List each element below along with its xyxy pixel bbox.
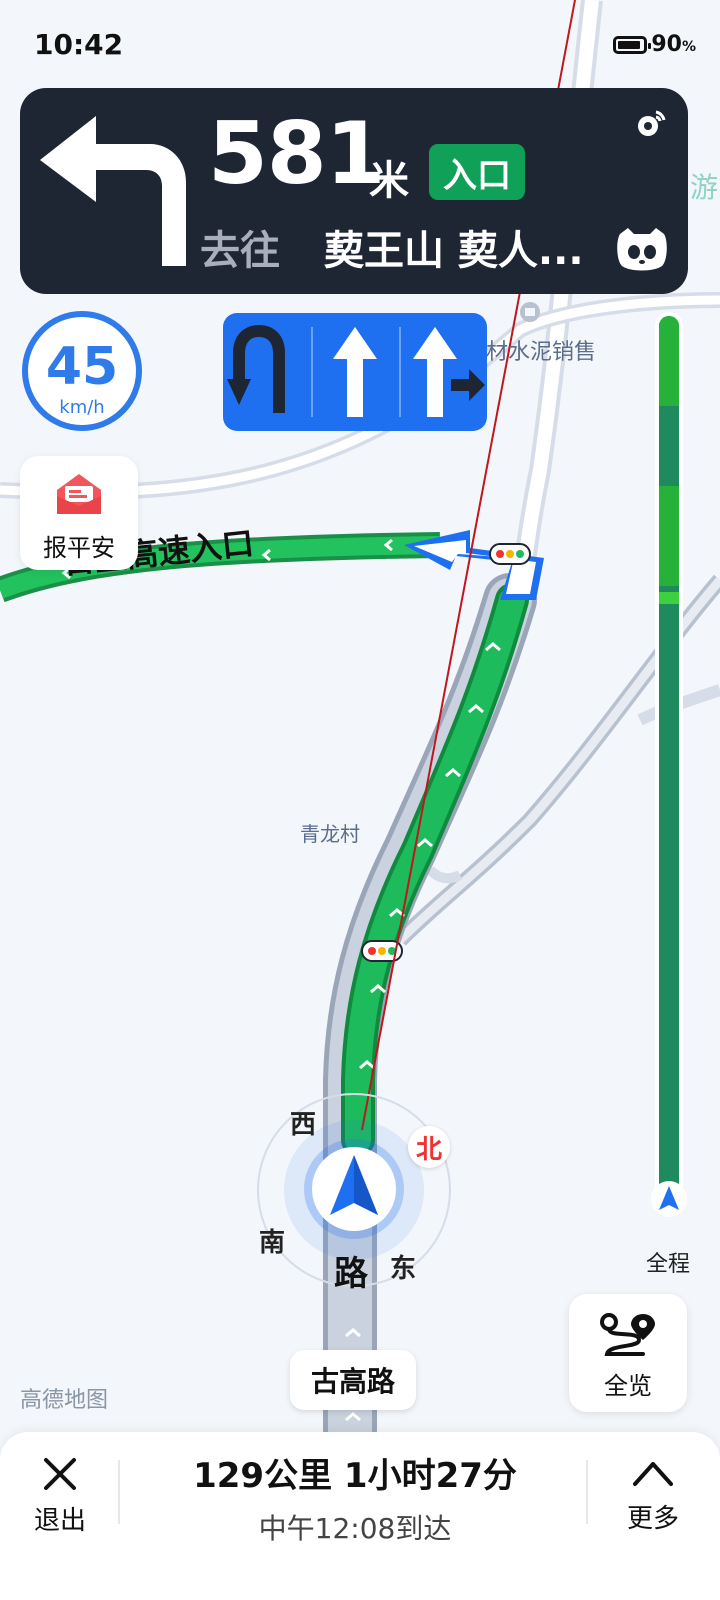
- place-cement-label[interactable]: 材水泥销售: [486, 334, 596, 366]
- road-char-label: 路: [334, 1254, 368, 1294]
- compass-north: 北: [408, 1126, 450, 1168]
- lane-straight: [311, 313, 399, 431]
- more-label: 更多: [626, 1504, 679, 1534]
- mascot-icon[interactable]: [614, 226, 670, 272]
- compass-west: 西: [290, 1110, 317, 1140]
- chevron-up-icon: [633, 1462, 673, 1486]
- battery-icon: [613, 35, 652, 54]
- status-time: 10:42: [34, 28, 124, 61]
- route-progress-bar[interactable]: [655, 312, 683, 1200]
- progress-car-icon: [651, 1181, 687, 1217]
- turn-distance: 581: [208, 104, 386, 204]
- u-turn-left-icon: [227, 324, 285, 413]
- exit-label: 退出: [33, 1506, 86, 1536]
- speed-limit-unit: km/h: [59, 397, 105, 418]
- lane-guidance: [223, 313, 487, 431]
- turn-distance-unit: 米: [369, 158, 409, 204]
- full-route-label: 全程: [646, 1252, 691, 1277]
- bottom-trip-panel: 退出 129公里 1小时27分 中午12:08到达 更多: [0, 1432, 720, 1600]
- exit-navigation-button[interactable]: 退出: [20, 1450, 100, 1550]
- arrival-time: 中午12:08到达: [258, 1512, 452, 1545]
- lane-straight-right: [399, 313, 487, 431]
- battery-indicator: 90%: [613, 32, 696, 57]
- route-traffic-fill: [659, 316, 679, 1196]
- place-village-label[interactable]: 青龙村: [300, 818, 360, 847]
- lane-u-turn: [223, 313, 311, 431]
- battery-level: 90: [651, 32, 682, 57]
- route-overview-icon: [600, 1313, 655, 1356]
- trip-summary[interactable]: 129公里 1小时27分 中午12:08到达: [120, 1448, 590, 1547]
- compass-east: 东: [390, 1254, 417, 1284]
- straight-arrow-icon: [333, 327, 377, 417]
- entrance-badge: 入口: [429, 144, 525, 200]
- speed-limit-sign: 45 km/h: [22, 311, 142, 431]
- report-safe-label: 报平安: [43, 534, 115, 562]
- speed-limit-value: 45: [45, 337, 119, 397]
- divider-right: [586, 1460, 588, 1524]
- turn-left-arrow-icon: [40, 116, 186, 266]
- goto-label: 去往: [200, 228, 280, 274]
- report-safe-button[interactable]: 报平安: [20, 456, 138, 570]
- envelope-icon: [57, 474, 101, 514]
- straight-right-arrow-icon: [413, 327, 485, 417]
- more-button[interactable]: 更多: [608, 1450, 698, 1550]
- current-road-name: 古高路: [290, 1350, 416, 1410]
- full-view-button[interactable]: 全览: [569, 1294, 687, 1412]
- remaining-distance-time: 129公里 1小时27分: [193, 1456, 517, 1496]
- compass-south: 南: [259, 1228, 286, 1258]
- next-destination: 葜王山 葜人...: [324, 228, 584, 274]
- full-view-label: 全览: [604, 1372, 652, 1400]
- voice-broadcast-icon[interactable]: [636, 106, 668, 138]
- close-icon: [44, 1458, 76, 1490]
- car-position-marker: [304, 1139, 404, 1239]
- brand-logo-text: 高德地图: [20, 1388, 109, 1413]
- edge-place-label: 游: [690, 171, 719, 204]
- turn-guidance-card[interactable]: 581 米 入口 去往 葜王山 葜人...: [20, 88, 688, 294]
- battery-unit: %: [681, 39, 696, 55]
- status-bar: 10:42 90%: [0, 0, 720, 80]
